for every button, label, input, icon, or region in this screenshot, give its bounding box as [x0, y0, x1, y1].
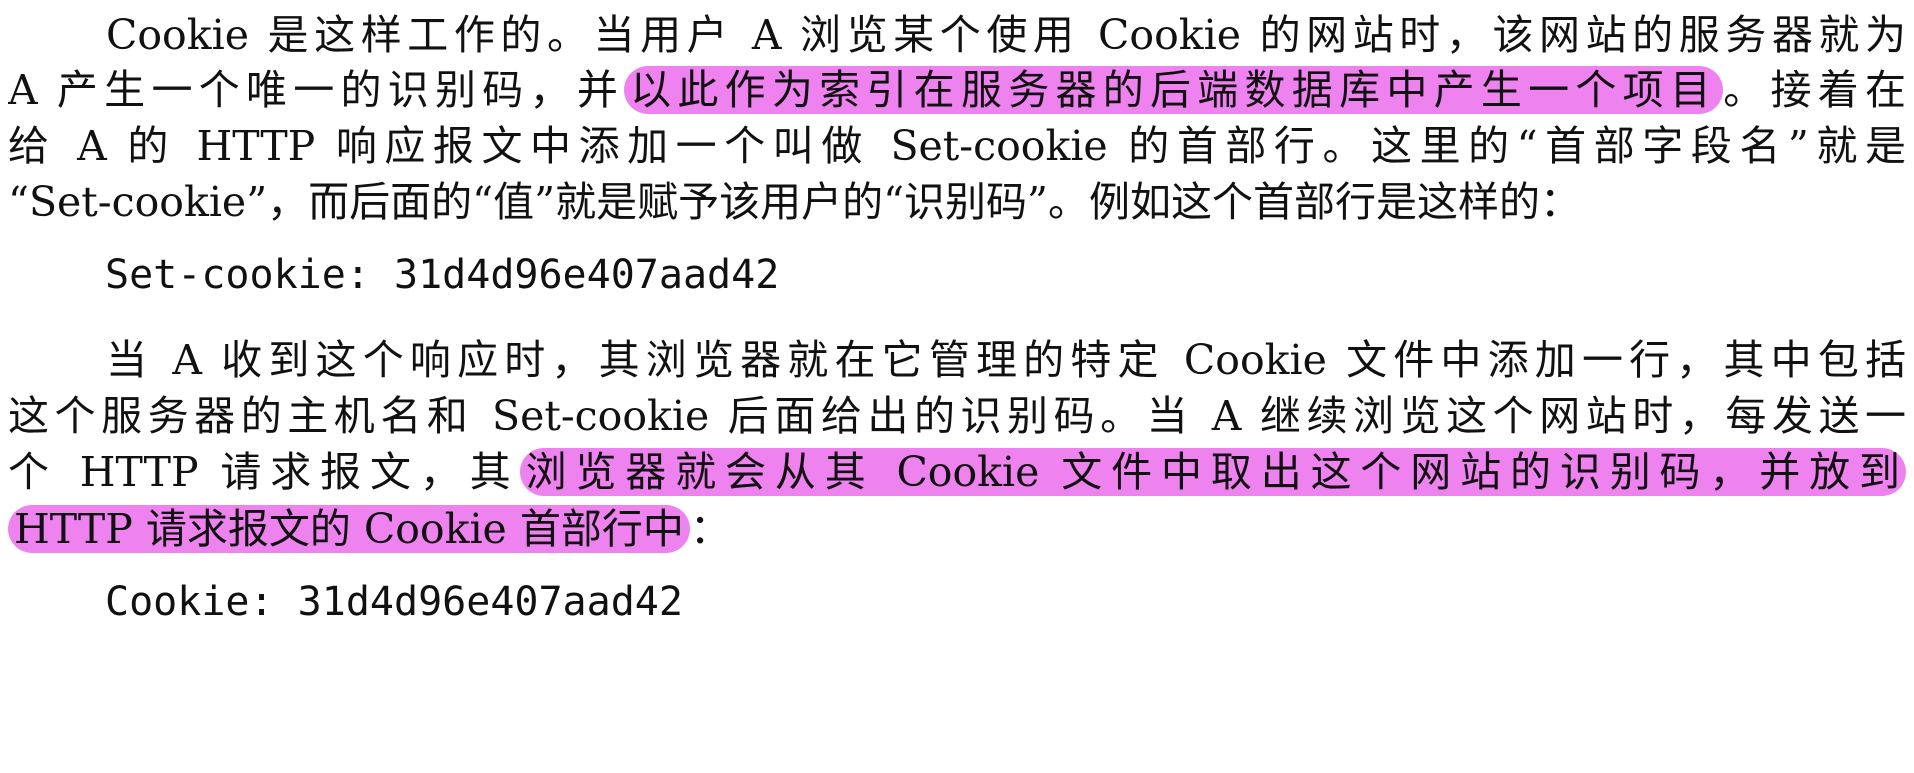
highlight-mark: 以此作为索引在服务器的后端数据库中产生一个项目	[624, 66, 1724, 114]
paragraph2-line4-tail: ：	[689, 505, 731, 553]
document-page: Cookie 是这样工作的。当用户 A 浏览某个使用 Cookie 的网站时，该…	[0, 0, 1914, 773]
paragraph2-line3-text: 个 HTTP 请求报文，其	[8, 448, 520, 496]
highlight-mark: HTTP 请求报文的 Cookie 首部行中	[8, 505, 690, 553]
highlight-mark: 浏览器就会从其 Cookie 文件中取出这个网站的识别码，并放到	[519, 448, 1906, 496]
paragraph1-line2-tail: 。接着在	[1723, 66, 1906, 114]
paragraph2-line4: HTTP 请求报文的 Cookie 首部行中：	[8, 494, 1906, 564]
paragraph1-line2-text: A 产生一个唯一的识别码，并	[8, 66, 625, 114]
code-set-cookie: Set-cookie: 31d4d96e407aad42	[105, 252, 780, 298]
code-cookie: Cookie: 31d4d96e407aad42	[105, 579, 683, 625]
paragraph1-line4: “Set-cookie”，而后面的“值”就是赋予该用户的“识别码”。例如这个首部…	[8, 178, 1581, 226]
